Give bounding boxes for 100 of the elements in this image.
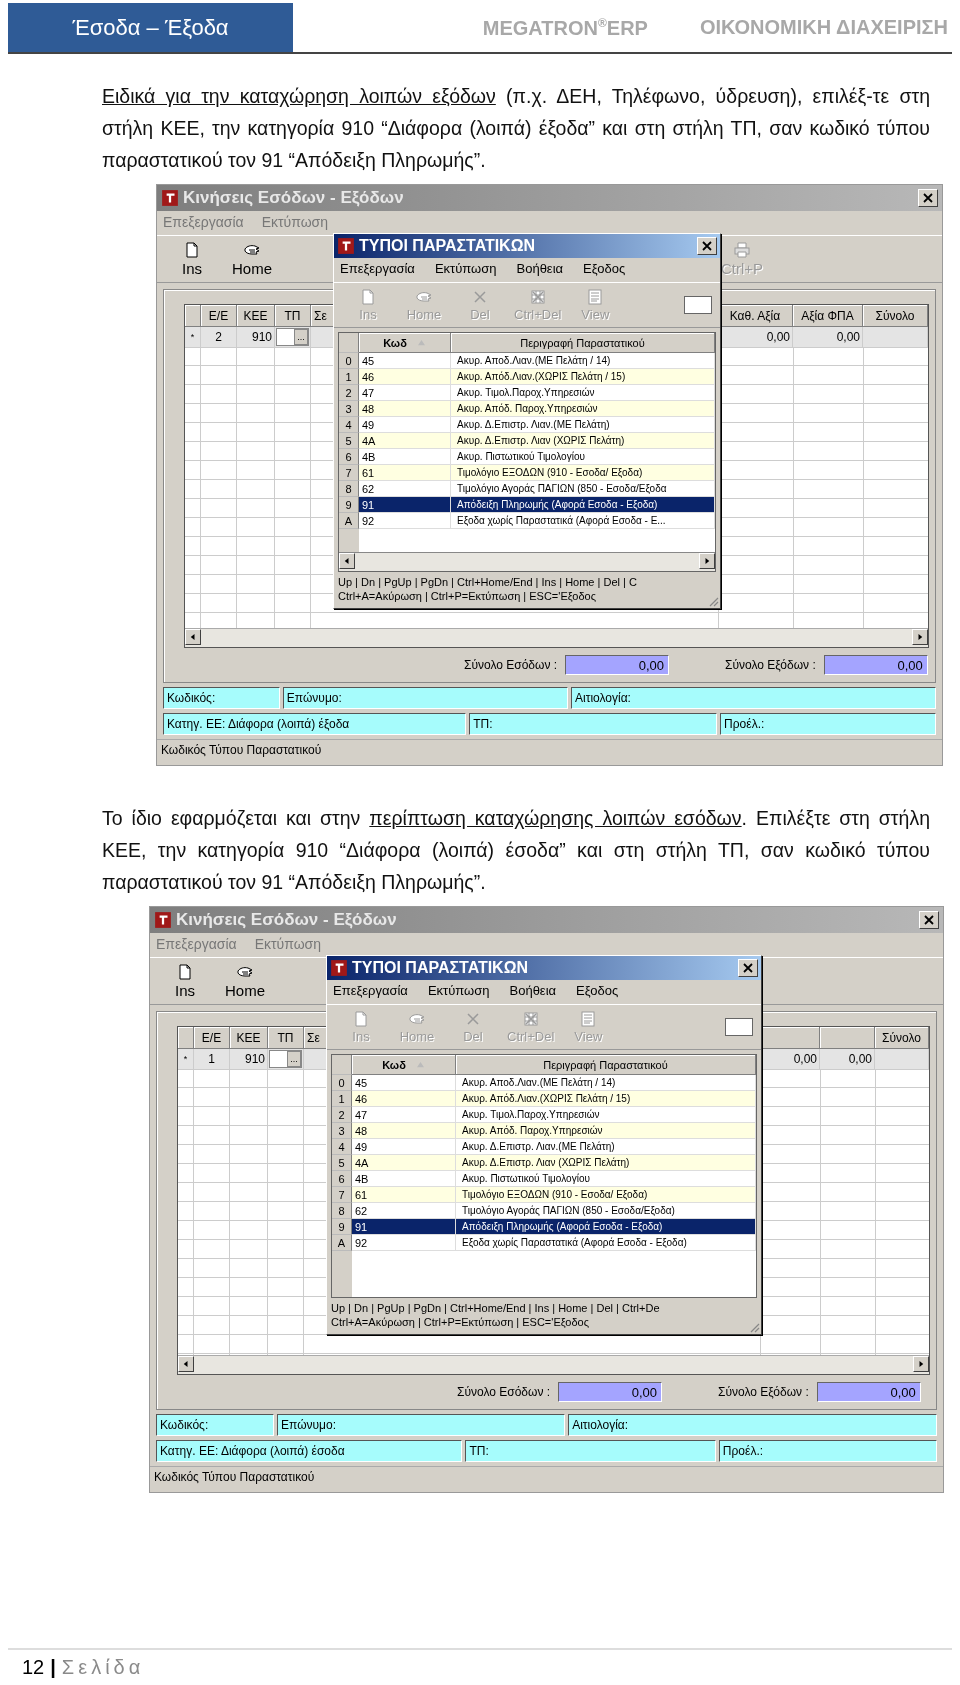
app-icon	[330, 959, 348, 977]
menu-item[interactable]: Βοήθεια	[509, 983, 557, 1001]
close-button[interactable]	[697, 237, 717, 255]
row-number: 2	[339, 385, 359, 401]
info-field: Προέλ.:	[720, 713, 936, 735]
menu-item[interactable]: Εκτύπωση	[434, 261, 497, 279]
input-field[interactable]: ...	[276, 328, 309, 346]
app-icon	[337, 237, 355, 255]
table-row[interactable]: 3 48 Ακυρ. Απόδ. Παροχ.Υπηρεσιών	[339, 401, 715, 417]
table-row[interactable]: A 92 Εξοδα χωρίς Παραστατικά (Αφορά Εσοδα - Εξοδα)	[332, 1235, 756, 1251]
column-header[interactable]: Σύνολο	[875, 1027, 929, 1049]
list-icon	[580, 1010, 597, 1027]
column-header[interactable]: ΚΕΕ	[237, 305, 275, 327]
printer-icon	[734, 241, 750, 258]
info-field: Αιτιολογία:	[571, 687, 936, 709]
scrollbar[interactable]	[185, 628, 928, 647]
row-number: 7	[339, 465, 359, 481]
column-header[interactable]: Περιγραφή Παραστατικού	[451, 333, 715, 353]
table-cell: 46	[352, 1091, 456, 1107]
table-row[interactable]: 9 91 Απόδειξη Πληρωμής (Αφορά Εσοδα - Εξοδα)	[339, 497, 715, 513]
toolbar-button[interactable]: Ins	[165, 239, 219, 279]
resize-grip-icon	[707, 595, 719, 607]
total-label: Σύνολο Εσόδων :	[464, 658, 558, 672]
table-row[interactable]: 3 48 Ακυρ. Απόδ. Παροχ.Υπηρεσιών	[332, 1123, 756, 1139]
info-field: Κατηγ. ΕΕ: Διάφορα (λοιπά) έσοδα	[156, 1440, 463, 1462]
shortcut-hint: Up | Dn | PgUp | PgDn | Ctrl+Home/End | Ins | Home | Del | Ctrl+De	[331, 1301, 661, 1315]
table-cell: Τιμολόγιο ΕΞΟΔΩΝ (910 - Εσοδα/ Εξοδα)	[451, 465, 715, 481]
scrollbar[interactable]	[339, 552, 715, 571]
row-number: 4	[339, 417, 359, 433]
scrollbar[interactable]	[178, 1355, 929, 1374]
dialog-title: ΤΥΠΟΙ ΠΑΡΑΣΤΑΤΙΚΩΝ	[352, 959, 529, 977]
toolbar-button[interactable]: Ins	[158, 961, 212, 1001]
table-cell: 48	[352, 1123, 456, 1139]
input-field[interactable]: ...	[269, 1050, 302, 1068]
separator: |	[50, 1656, 56, 1679]
page-icon	[353, 1010, 369, 1027]
table-cell: Ακυρ. Απόδ.Λιαν.(ΧΩΡΙΣ Πελάτη / 15)	[451, 369, 715, 385]
ellipsis-button[interactable]: ...	[294, 329, 308, 345]
column-title: Κωδ	[383, 336, 407, 349]
table-row[interactable]: 1 46 Ακυρ. Απόδ.Λιαν.(ΧΩΡΙΣ Πελάτη / 15)	[332, 1091, 756, 1107]
column-header[interactable]: Ε/Ε	[201, 305, 237, 327]
column-header[interactable]: Κωδ	[352, 1055, 456, 1075]
row-number: A	[332, 1235, 352, 1251]
menu-item[interactable]: Εξοδος	[576, 983, 619, 1001]
total-field: 0,00	[816, 1382, 921, 1402]
menu-item[interactable]: Εξοδος	[583, 261, 626, 279]
menu-item[interactable]: Επεξεργασία	[333, 983, 408, 1001]
table-row[interactable]: 7 61 Τιμολόγιο ΕΞΟΔΩΝ (910 - Εσοδα/ Εξοδα)	[339, 465, 715, 481]
product-name: MEGATRON$^{®}$ERP	[482, 15, 649, 40]
table-row[interactable]: 5 4A Ακυρ. Δ.Επιστρ. Λιαν (ΧΩΡΙΣ Πελάτη)	[339, 433, 715, 449]
total-field: 0,00	[565, 655, 670, 675]
close-button[interactable]	[738, 959, 758, 977]
row-number: 1	[332, 1091, 352, 1107]
column-header[interactable]: Κωδ	[359, 333, 451, 353]
menu-item[interactable]: Εκτύπωση	[427, 983, 490, 1001]
column-header[interactable]: Ε/Ε	[194, 1027, 230, 1049]
dialog-title: ΤΥΠΟΙ ΠΑΡΑΣΤΑΤΙΚΩΝ	[359, 237, 536, 255]
table-row[interactable]: 1 46 Ακυρ. Απόδ.Λιαν.(ΧΩΡΙΣ Πελάτη / 15)	[339, 369, 715, 385]
ellipsis-button[interactable]: ...	[287, 1051, 301, 1067]
close-icon	[924, 915, 934, 925]
column-header[interactable]: ΤΠ	[275, 305, 311, 327]
table-row[interactable]: 9 91 Απόδειξη Πληρωμής (Αφορά Εσοδα - Εξοδα)	[332, 1219, 756, 1235]
info-field: ΤΠ:	[465, 1440, 716, 1462]
app-icon	[154, 911, 172, 929]
close-button[interactable]	[919, 911, 939, 929]
page-icon	[177, 963, 193, 980]
row-number: 8	[332, 1203, 352, 1219]
menu-item[interactable]: Βοήθεια	[516, 261, 564, 279]
column-header[interactable]: Αξία ΦΠΑ	[793, 305, 863, 327]
cross-icon	[465, 1010, 481, 1027]
shortcut-hint: Up | Dn | PgUp | PgDn | Ctrl+Home/End | Ins | Home | Del | C	[338, 575, 638, 589]
row-number: 9	[339, 497, 359, 513]
input-field[interactable]	[725, 1018, 753, 1036]
column-header[interactable]: Σύνολο	[863, 305, 928, 327]
table-cell: 91	[359, 497, 451, 513]
table-cell: 61	[359, 465, 451, 481]
toolbar-button[interactable]: Home	[218, 961, 272, 1001]
shortcut-hint: Ctrl+A=Ακύρωση | Ctrl+P=Εκτύπωση | ESC='Εξοδος	[338, 589, 598, 603]
app-icon	[161, 189, 179, 207]
row-number: 8	[339, 481, 359, 497]
table-row[interactable]: A 92 Εξοδα χωρίς Παραστατικά (Αφορά Εσοδα - Ε...	[339, 513, 715, 529]
table-cell: 46	[359, 369, 451, 385]
table-cell: Εξοδα χωρίς Παραστατικά (Αφορά Εσοδα - Ε...	[451, 513, 715, 529]
input-field[interactable]	[684, 296, 712, 314]
table-cell: Εξοδα χωρίς Παραστατικά (Αφορά Εσοδα - Εξοδα)	[456, 1235, 756, 1251]
column-header[interactable]: ΤΠ	[268, 1027, 304, 1049]
table-row[interactable]: 5 4A Ακυρ. Δ.Επιστρ. Λιαν (ΧΩΡΙΣ Πελάτη)	[332, 1155, 756, 1171]
table-cell: Τιμολόγιο ΕΞΟΔΩΝ (910 - Εσοδα/ Εξοδα)	[456, 1187, 756, 1203]
info-field: Αιτιολογία:	[568, 1414, 937, 1436]
column-header[interactable]: ΚΕΕ	[230, 1027, 268, 1049]
info-field: Επώνυμο:	[277, 1414, 566, 1436]
column-header[interactable]: Περιγραφή Παραστατικού	[456, 1055, 756, 1075]
toolbar-button[interactable]: Home	[225, 239, 279, 279]
total-label: Σύνολο Εξόδων :	[725, 658, 816, 672]
table-cell: Απόδειξη Πληρωμής (Αφορά Εσοδα - Εξοδα)	[451, 497, 715, 513]
close-button[interactable]	[918, 189, 938, 207]
table-row[interactable]: 7 61 Τιμολόγιο ΕΞΟΔΩΝ (910 - Εσοδα/ Εξοδα)	[332, 1187, 756, 1203]
table-cell: 48	[359, 401, 451, 417]
menu-item[interactable]: Επεξεργασία	[340, 261, 415, 279]
status-bar: Κωδικός Τύπου Παραστατικού	[150, 1466, 943, 1492]
